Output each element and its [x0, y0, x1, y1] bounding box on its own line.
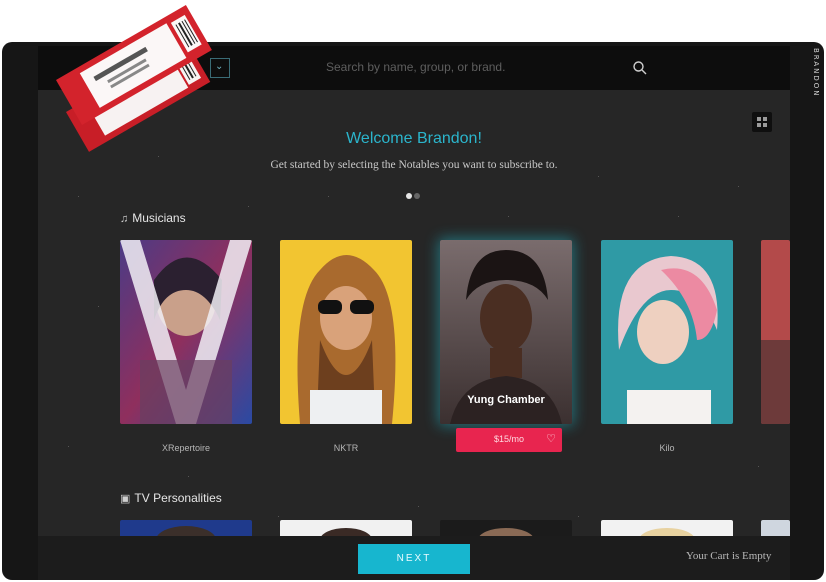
card-caption-nktr: NKTR: [333, 443, 359, 453]
search-icon[interactable]: [632, 60, 648, 76]
section-title-musicians: ♫ Musicians: [120, 211, 186, 225]
section-title-tv-personalities: ▣ TV Personalities: [120, 491, 222, 505]
carousel-dot[interactable]: [414, 193, 420, 199]
carousel-dot-active[interactable]: [406, 193, 412, 199]
concert-tickets-illustration: [56, 5, 212, 152]
subscribe-price-button[interactable]: $15/mo ♡: [456, 428, 562, 452]
notable-card-partial[interactable]: [761, 240, 790, 424]
notable-card-xrepertoire[interactable]: [120, 240, 252, 424]
cart-status[interactable]: Your Cart is Empty: [686, 550, 771, 562]
tv-icon: ▣: [120, 493, 131, 505]
heart-icon[interactable]: ♡: [546, 432, 556, 445]
carousel-dots: [406, 186, 422, 204]
grid-view-button[interactable]: [752, 112, 772, 132]
notable-card-nktr[interactable]: [280, 240, 412, 424]
user-label[interactable]: BRANDON: [800, 48, 820, 98]
card-name-yung-chamber: Yung Chamber: [467, 394, 545, 406]
card-caption-xrepertoire: XRepertoire: [161, 443, 211, 453]
next-button[interactable]: NEXT: [358, 544, 470, 574]
notable-card-yung-chamber[interactable]: Yung Chamber: [440, 240, 572, 424]
bottom-bar: NEXT Your Cart is Empty: [38, 536, 790, 580]
search-input[interactable]: Search by name, group, or brand.: [326, 60, 526, 74]
card-caption-kilo: Kilo: [659, 443, 675, 453]
notable-card-kilo[interactable]: [601, 240, 733, 424]
music-note-icon: ♫: [120, 213, 129, 225]
